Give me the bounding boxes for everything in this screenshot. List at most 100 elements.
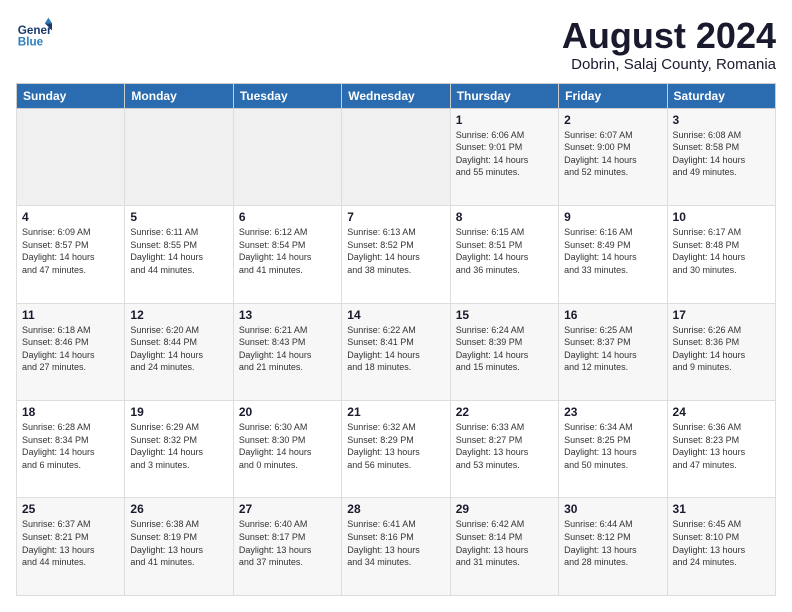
day-number: 3 (673, 113, 770, 127)
day-info: Sunrise: 6:24 AMSunset: 8:39 PMDaylight:… (456, 324, 553, 374)
day-number: 6 (239, 210, 336, 224)
logo: General Blue (16, 16, 52, 52)
day-info: Sunrise: 6:40 AMSunset: 8:17 PMDaylight:… (239, 518, 336, 568)
calendar-week-1: 1 Sunrise: 6:06 AMSunset: 9:01 PMDaylight… (17, 108, 776, 205)
day-info: Sunrise: 6:33 AMSunset: 8:27 PMDaylight:… (456, 421, 553, 471)
col-saturday: Saturday (667, 83, 775, 108)
day-info: Sunrise: 6:25 AMSunset: 8:37 PMDaylight:… (564, 324, 661, 374)
day-info: Sunrise: 6:26 AMSunset: 8:36 PMDaylight:… (673, 324, 770, 374)
day-number: 27 (239, 502, 336, 516)
day-info: Sunrise: 6:41 AMSunset: 8:16 PMDaylight:… (347, 518, 444, 568)
day-info: Sunrise: 6:11 AMSunset: 8:55 PMDaylight:… (130, 226, 227, 276)
calendar-cell: 31 Sunrise: 6:45 AMSunset: 8:10 PMDayligh… (667, 498, 775, 596)
day-info: Sunrise: 6:28 AMSunset: 8:34 PMDaylight:… (22, 421, 119, 471)
calendar-table: Sunday Monday Tuesday Wednesday Thursday… (16, 83, 776, 596)
day-number: 25 (22, 502, 119, 516)
calendar-cell: 26Sunrise: 6:38 AMSunset: 8:19 PMDayligh… (125, 498, 233, 596)
col-monday: Monday (125, 83, 233, 108)
day-number: 7 (347, 210, 444, 224)
day-info: Sunrise: 6:17 AMSunset: 8:48 PMDaylight:… (673, 226, 770, 276)
day-number: 21 (347, 405, 444, 419)
calendar-cell (342, 108, 450, 205)
page: General Blue August 2024 Dobrin, Salaj C… (0, 0, 792, 612)
day-info: Sunrise: 6:44 AMSunset: 8:12 PMDaylight:… (564, 518, 661, 568)
calendar-header-row: Sunday Monday Tuesday Wednesday Thursday… (17, 83, 776, 108)
month-year: August 2024 (562, 16, 776, 56)
calendar-cell: 3 Sunrise: 6:08 AMSunset: 8:58 PMDaylight… (667, 108, 775, 205)
day-info: Sunrise: 6:22 AMSunset: 8:41 PMDaylight:… (347, 324, 444, 374)
day-info: Sunrise: 6:21 AMSunset: 8:43 PMDaylight:… (239, 324, 336, 374)
top-section: General Blue August 2024 Dobrin, Salaj C… (16, 16, 776, 73)
day-number: 16 (564, 308, 661, 322)
col-tuesday: Tuesday (233, 83, 341, 108)
col-friday: Friday (559, 83, 667, 108)
header-right: August 2024 Dobrin, Salaj County, Romani… (562, 16, 776, 73)
logo-icon: General Blue (16, 16, 52, 52)
calendar-cell: 18 Sunrise: 6:28 AMSunset: 8:34 PMDayligh… (17, 401, 125, 498)
svg-text:Blue: Blue (18, 36, 44, 49)
col-wednesday: Wednesday (342, 83, 450, 108)
day-number: 24 (673, 405, 770, 419)
day-number: 29 (456, 502, 553, 516)
day-info: Sunrise: 6:15 AMSunset: 8:51 PMDaylight:… (456, 226, 553, 276)
day-number: 1 (456, 113, 553, 127)
day-info: Sunrise: 6:20 AMSunset: 8:44 PMDaylight:… (130, 324, 227, 374)
calendar-cell: 9Sunrise: 6:16 AMSunset: 8:49 PMDaylight… (559, 206, 667, 303)
day-number: 8 (456, 210, 553, 224)
day-number: 28 (347, 502, 444, 516)
calendar-cell: 1 Sunrise: 6:06 AMSunset: 9:01 PMDaylight… (450, 108, 558, 205)
day-number: 5 (130, 210, 227, 224)
calendar-cell: 28 Sunrise: 6:41 AMSunset: 8:16 PMDayligh… (342, 498, 450, 596)
calendar-cell: 16 Sunrise: 6:25 AMSunset: 8:37 PMDayligh… (559, 303, 667, 400)
calendar-week-5: 25 Sunrise: 6:37 AMSunset: 8:21 PMDayligh… (17, 498, 776, 596)
calendar-cell: 10 Sunrise: 6:17 AMSunset: 8:48 PMDayligh… (667, 206, 775, 303)
day-number: 15 (456, 308, 553, 322)
day-number: 22 (456, 405, 553, 419)
day-info: Sunrise: 6:08 AMSunset: 8:58 PMDaylight:… (673, 129, 770, 179)
calendar-week-4: 18 Sunrise: 6:28 AMSunset: 8:34 PMDayligh… (17, 401, 776, 498)
day-info: Sunrise: 6:16 AMSunset: 8:49 PMDaylight:… (564, 226, 661, 276)
day-number: 20 (239, 405, 336, 419)
day-number: 18 (22, 405, 119, 419)
day-number: 19 (130, 405, 227, 419)
day-number: 13 (239, 308, 336, 322)
calendar-cell: 23Sunrise: 6:34 AMSunset: 8:25 PMDayligh… (559, 401, 667, 498)
calendar-cell: 4Sunrise: 6:09 AMSunset: 8:57 PMDaylight… (17, 206, 125, 303)
day-info: Sunrise: 6:09 AMSunset: 8:57 PMDaylight:… (22, 226, 119, 276)
day-number: 31 (673, 502, 770, 516)
calendar-cell: 20Sunrise: 6:30 AMSunset: 8:30 PMDayligh… (233, 401, 341, 498)
calendar-cell: 14 Sunrise: 6:22 AMSunset: 8:41 PMDayligh… (342, 303, 450, 400)
day-info: Sunrise: 6:06 AMSunset: 9:01 PMDaylight:… (456, 129, 553, 179)
calendar-cell (17, 108, 125, 205)
day-info: Sunrise: 6:13 AMSunset: 8:52 PMDaylight:… (347, 226, 444, 276)
day-info: Sunrise: 6:29 AMSunset: 8:32 PMDaylight:… (130, 421, 227, 471)
calendar-cell: 7 Sunrise: 6:13 AMSunset: 8:52 PMDaylight… (342, 206, 450, 303)
day-number: 2 (564, 113, 661, 127)
calendar-cell: 21 Sunrise: 6:32 AMSunset: 8:29 PMDayligh… (342, 401, 450, 498)
calendar-cell: 30 Sunrise: 6:44 AMSunset: 8:12 PMDayligh… (559, 498, 667, 596)
day-number: 30 (564, 502, 661, 516)
day-info: Sunrise: 6:32 AMSunset: 8:29 PMDaylight:… (347, 421, 444, 471)
calendar-week-3: 11Sunrise: 6:18 AMSunset: 8:46 PMDayligh… (17, 303, 776, 400)
day-info: Sunrise: 6:07 AMSunset: 9:00 PMDaylight:… (564, 129, 661, 179)
col-thursday: Thursday (450, 83, 558, 108)
calendar-cell: 29 Sunrise: 6:42 AMSunset: 8:14 PMDayligh… (450, 498, 558, 596)
calendar-cell: 24 Sunrise: 6:36 AMSunset: 8:23 PMDayligh… (667, 401, 775, 498)
calendar-cell: 17 Sunrise: 6:26 AMSunset: 8:36 PMDayligh… (667, 303, 775, 400)
day-number: 10 (673, 210, 770, 224)
day-info: Sunrise: 6:36 AMSunset: 8:23 PMDaylight:… (673, 421, 770, 471)
calendar-cell: 13 Sunrise: 6:21 AMSunset: 8:43 PMDayligh… (233, 303, 341, 400)
calendar-cell: 15 Sunrise: 6:24 AMSunset: 8:39 PMDayligh… (450, 303, 558, 400)
day-info: Sunrise: 6:42 AMSunset: 8:14 PMDaylight:… (456, 518, 553, 568)
day-number: 23 (564, 405, 661, 419)
day-number: 11 (22, 308, 119, 322)
day-info: Sunrise: 6:45 AMSunset: 8:10 PMDaylight:… (673, 518, 770, 568)
day-number: 12 (130, 308, 227, 322)
calendar-cell: 2 Sunrise: 6:07 AMSunset: 9:00 PMDaylight… (559, 108, 667, 205)
calendar-cell: 27 Sunrise: 6:40 AMSunset: 8:17 PMDayligh… (233, 498, 341, 596)
calendar-cell: 19 Sunrise: 6:29 AMSunset: 8:32 PMDayligh… (125, 401, 233, 498)
day-info: Sunrise: 6:37 AMSunset: 8:21 PMDaylight:… (22, 518, 119, 568)
day-number: 17 (673, 308, 770, 322)
day-number: 14 (347, 308, 444, 322)
calendar-cell: 12 Sunrise: 6:20 AMSunset: 8:44 PMDayligh… (125, 303, 233, 400)
